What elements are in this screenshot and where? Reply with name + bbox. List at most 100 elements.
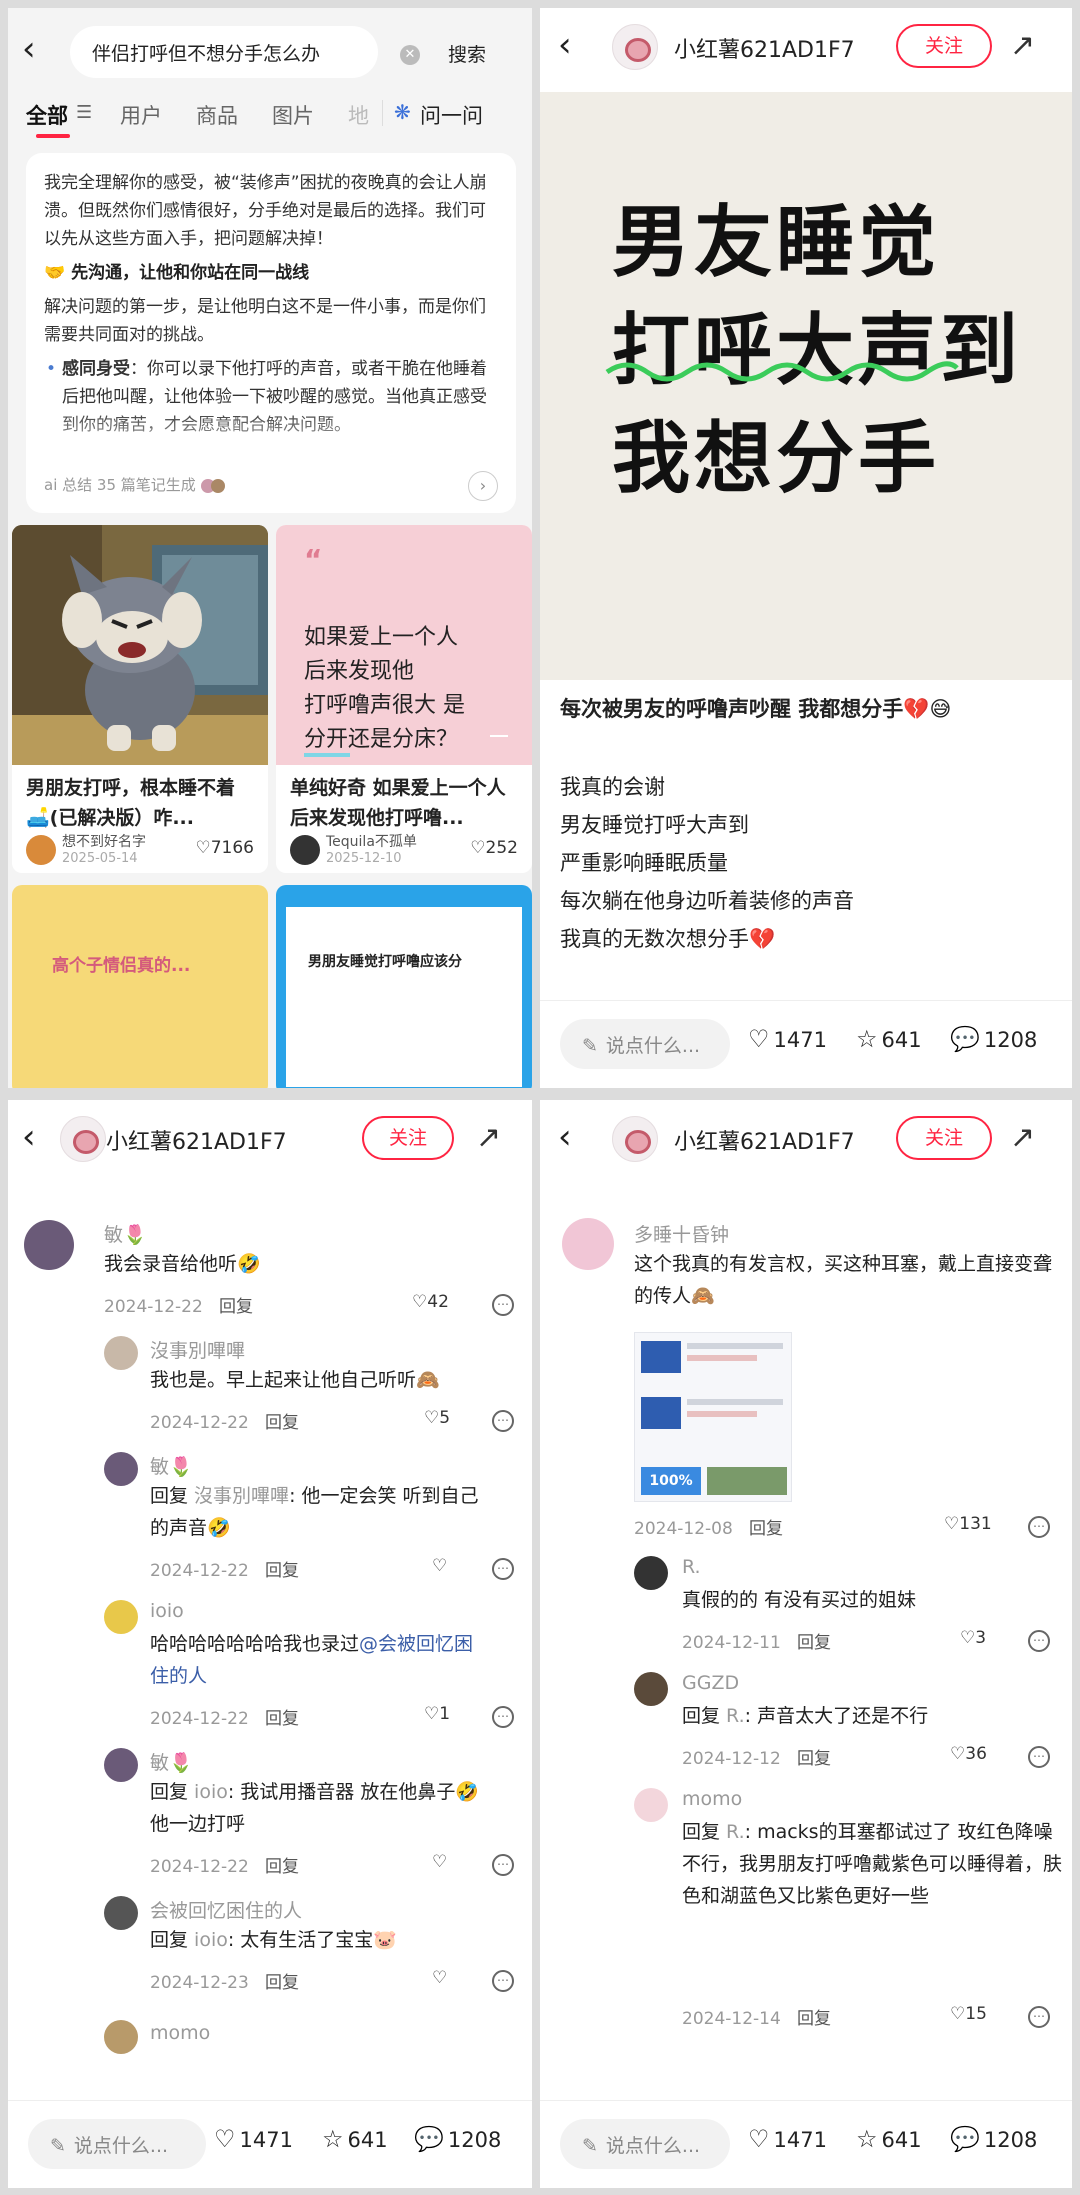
commenter-avatar[interactable] <box>104 1748 138 1782</box>
tab-products[interactable]: 商品 <box>196 100 238 130</box>
ask-icon[interactable]: ❋ <box>394 100 411 124</box>
commenter-name[interactable]: 敏🌷 <box>104 1220 147 1247</box>
note-card[interactable]: “ 如果爱上一个人 后来发现他 打呼噜声很大 是 分开还是分床？ 单纯好奇 如果… <box>276 525 532 873</box>
commenter-avatar[interactable] <box>634 1788 668 1822</box>
comment-image[interactable]: 100% <box>634 1332 792 1502</box>
author-name[interactable]: 小红薯621AD1F7 <box>674 1124 855 1156</box>
search-button[interactable]: 搜索 <box>448 40 486 67</box>
share-icon[interactable]: ↗ <box>1010 28 1035 63</box>
reply-target[interactable]: ioio <box>194 1929 228 1951</box>
more-icon[interactable]: ⋯ <box>492 1970 514 1992</box>
comment-input[interactable]: ✎ 说点什么... <box>28 2119 206 2169</box>
avatar[interactable] <box>612 1116 658 1162</box>
commenter-name[interactable]: 会被回忆困住的人 <box>150 1896 302 1923</box>
reply-target[interactable]: R. <box>726 1705 745 1727</box>
comment-like[interactable]: ♡ <box>432 1852 447 1872</box>
reply-button[interactable]: 回复 <box>265 1857 299 1877</box>
commenter-avatar[interactable] <box>104 1336 138 1370</box>
comment-like[interactable]: ♡15 <box>950 2004 987 2024</box>
commenter-avatar[interactable] <box>634 1672 668 1706</box>
search-input[interactable]: 伴侣打呼但不想分手怎么办 <box>70 26 378 78</box>
ai-summary-card[interactable]: 我完全理解你的感受，被“装修声”困扰的夜晚真的会让人崩溃。但既然你们感情很好，分… <box>26 153 516 513</box>
avatar[interactable] <box>60 1116 106 1162</box>
like-button[interactable]: ♡ 1471 <box>214 2125 293 2153</box>
note-cover[interactable]: 男友睡觉 打呼大声到 我想分手 <box>540 92 1072 680</box>
follow-button[interactable]: 关注 <box>896 1116 992 1160</box>
commenter-name[interactable]: 沒事別嗶嗶 <box>150 1336 245 1363</box>
like-button[interactable]: ♡ 1471 <box>748 1025 827 1053</box>
commenter-name[interactable]: 敏🌷 <box>150 1452 193 1479</box>
more-icon[interactable]: ⋯ <box>1028 1516 1050 1538</box>
note-card[interactable]: 男朋友睡觉打呼噜应该分 <box>276 885 532 1088</box>
more-icon[interactable]: ⋯ <box>492 1558 514 1580</box>
collect-button[interactable]: ☆ 641 <box>856 1025 922 1053</box>
tab-places[interactable]: 地 <box>348 100 369 130</box>
commenter-name[interactable]: ioio <box>150 1600 184 1622</box>
comment-like[interactable]: ♡ <box>432 1968 447 1988</box>
reply-button[interactable]: 回复 <box>265 1973 299 1993</box>
back-icon[interactable]: ‹ <box>558 28 572 62</box>
reply-target[interactable]: ioio <box>194 1781 228 1803</box>
author-name[interactable]: 小红薯621AD1F7 <box>106 1124 287 1156</box>
commenter-name[interactable]: 敏🌷 <box>150 1748 193 1775</box>
reply-target[interactable]: 沒事別嗶嗶 <box>194 1485 289 1507</box>
commenter-avatar[interactable] <box>104 1600 138 1634</box>
tab-all[interactable]: 全部 <box>26 100 68 130</box>
follow-button[interactable]: 关注 <box>896 24 992 68</box>
comment-like[interactable]: ♡ <box>432 1556 447 1576</box>
follow-button[interactable]: 关注 <box>362 1116 454 1160</box>
tab-images[interactable]: 图片 <box>272 100 314 130</box>
comment-like[interactable]: ♡1 <box>424 1704 450 1724</box>
reply-button[interactable]: 回复 <box>797 2009 831 2029</box>
comment-button[interactable]: 💬 1208 <box>414 2125 501 2153</box>
more-icon[interactable]: ⋯ <box>492 1854 514 1876</box>
more-icon[interactable]: ⋯ <box>492 1706 514 1728</box>
comment-button[interactable]: 💬 1208 <box>950 2125 1037 2153</box>
note-card[interactable]: 男朋友打呼，根本睡不着🛋️(已解决版）咋... 想不到好名字 2025-05-1… <box>12 525 268 873</box>
comment-button[interactable]: 💬 1208 <box>950 1025 1037 1053</box>
reply-button[interactable]: 回复 <box>797 1749 831 1769</box>
author-name[interactable]: 小红薯621AD1F7 <box>674 32 855 64</box>
commenter-avatar[interactable] <box>104 1896 138 1930</box>
filter-icon[interactable]: ☰ <box>76 102 92 123</box>
commenter-name[interactable]: 多睡十昏钟 <box>634 1220 729 1247</box>
avatar[interactable] <box>612 24 658 70</box>
back-icon[interactable]: ‹ <box>22 32 36 66</box>
comment-like[interactable]: ♡42 <box>412 1292 449 1312</box>
back-icon[interactable]: ‹ <box>558 1120 572 1154</box>
reply-button[interactable]: 回复 <box>265 1709 299 1729</box>
more-icon[interactable]: ⋯ <box>492 1294 514 1316</box>
back-icon[interactable]: ‹ <box>22 1120 36 1154</box>
note-likes[interactable]: ♡252 <box>470 838 518 858</box>
commenter-avatar[interactable] <box>634 1556 668 1590</box>
share-icon[interactable]: ↗ <box>1010 1120 1035 1155</box>
commenter-name[interactable]: GGZD <box>682 1672 739 1694</box>
tab-users[interactable]: 用户 <box>120 100 162 130</box>
comment-like[interactable]: ♡131 <box>944 1514 992 1534</box>
note-card[interactable]: 高个子情侣真的... <box>12 885 268 1088</box>
reply-button[interactable]: 回复 <box>265 1561 299 1581</box>
share-icon[interactable]: ↗ <box>476 1120 501 1155</box>
note-likes[interactable]: ♡7166 <box>195 838 254 858</box>
reply-target[interactable]: R. <box>726 1821 745 1843</box>
clear-icon[interactable]: ✕ <box>400 45 420 65</box>
comment-like[interactable]: ♡36 <box>950 1744 987 1764</box>
more-icon[interactable]: ⋯ <box>492 1410 514 1432</box>
commenter-name[interactable]: R. <box>682 1556 701 1578</box>
tab-ask[interactable]: 问一问 <box>420 100 483 130</box>
collect-button[interactable]: ☆ 641 <box>322 2125 388 2153</box>
more-icon[interactable]: ⋯ <box>1028 1630 1050 1652</box>
commenter-avatar[interactable] <box>562 1218 614 1270</box>
commenter-avatar[interactable] <box>104 1452 138 1486</box>
collect-button[interactable]: ☆ 641 <box>856 2125 922 2153</box>
reply-button[interactable]: 回复 <box>265 1413 299 1433</box>
like-button[interactable]: ♡ 1471 <box>748 2125 827 2153</box>
commenter-avatar[interactable] <box>24 1220 74 1270</box>
commenter-avatar[interactable] <box>104 2020 138 2054</box>
more-icon[interactable]: ⋯ <box>1028 2006 1050 2028</box>
reply-button[interactable]: 回复 <box>749 1519 783 1539</box>
chevron-right-icon[interactable]: › <box>468 471 498 501</box>
comment-input[interactable]: ✎ 说点什么... <box>560 2119 730 2169</box>
reply-button[interactable]: 回复 <box>219 1297 253 1317</box>
comment-like[interactable]: ♡3 <box>960 1628 986 1648</box>
